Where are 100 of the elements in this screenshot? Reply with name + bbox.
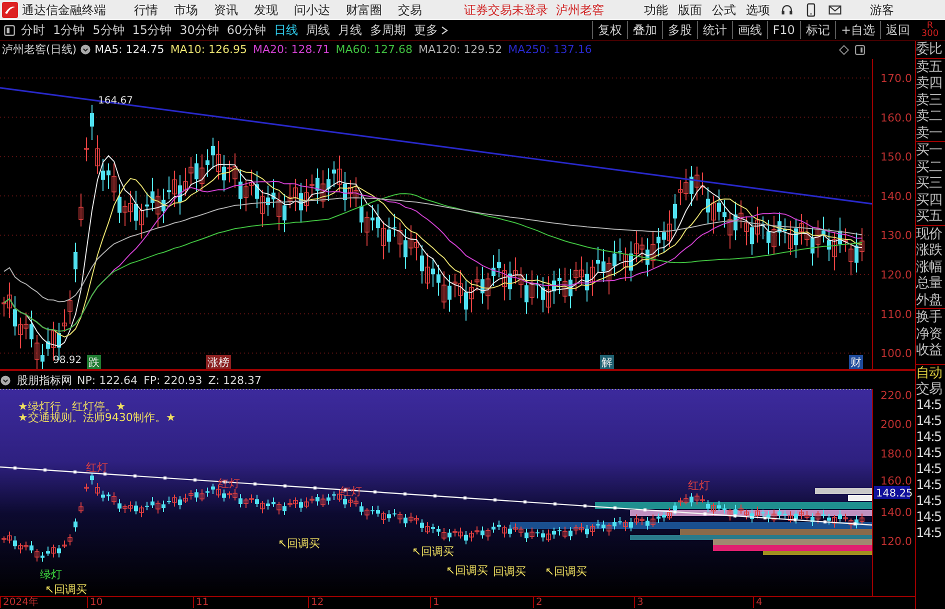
ma-value: MA10: 126.95: [170, 43, 248, 56]
toolbar-button[interactable]: F10: [766, 21, 800, 39]
quote-label: 卖二: [916, 108, 943, 124]
toolbar-button[interactable]: 画线: [732, 21, 767, 39]
quote-label: 净资: [916, 326, 943, 342]
period-tab[interactable]: 5分钟: [92, 22, 124, 38]
event-tag[interactable]: 涨榜: [206, 354, 231, 369]
quote-label: 涨跌: [916, 242, 943, 258]
indicator-name: 股朋指标网: [17, 372, 72, 388]
quote-label: 买二: [916, 158, 943, 175]
time-label: 14:5: [916, 510, 942, 526]
ma-value: MA250: 137.16: [508, 43, 592, 56]
event-tag[interactable]: 财: [849, 354, 863, 369]
menu-item[interactable]: 选项: [746, 2, 770, 18]
period-tab[interactable]: 月线: [338, 22, 362, 38]
quote-label: 现价: [916, 224, 945, 242]
menu-item[interactable]: 版面: [678, 2, 702, 18]
signal-label: 绿灯: [40, 568, 62, 582]
toolbar-button[interactable]: 叠加: [626, 21, 662, 39]
menu-item[interactable]: 财富圈: [346, 2, 382, 18]
date-label: 12: [308, 597, 324, 608]
menu-item[interactable]: 功能: [644, 2, 668, 18]
quote-label: 买五: [916, 208, 943, 224]
period-tab[interactable]: 多周期: [370, 22, 406, 38]
time-label: 14:5: [916, 446, 942, 462]
period-tab[interactable]: 1分钟: [53, 22, 85, 38]
time-label: 14:5: [916, 526, 942, 542]
period-tab[interactable]: 日线: [274, 22, 298, 38]
quote-label: 收益: [916, 342, 943, 358]
quote-label: 买四: [916, 192, 943, 208]
axis-label: 170.0: [880, 72, 912, 85]
quote-label: 卖三: [916, 92, 943, 108]
menu-item[interactable]: 行情: [134, 2, 158, 18]
date-label: 2024年: [0, 597, 38, 608]
stock-name: 泸州老窖: [556, 2, 604, 18]
period-tab[interactable]: 更多: [414, 22, 438, 38]
signal-label: ↖回调买: [412, 545, 454, 558]
ma-value: MA120: 129.52: [418, 43, 502, 56]
trade-label[interactable]: 交易: [916, 381, 945, 398]
signal-label: 红灯: [86, 461, 108, 474]
time-label: 14:5: [916, 478, 942, 494]
time-label: 14:5: [916, 462, 942, 478]
quote-label: 委比: [916, 41, 943, 58]
quote-label: 外盘: [916, 292, 943, 308]
note-text: ★绿灯行，红灯停。★: [18, 401, 126, 412]
date-label: 4: [753, 597, 762, 608]
quote-label: 换手: [916, 308, 945, 326]
period-tab[interactable]: 60分钟: [226, 22, 266, 38]
menu-item[interactable]: 交易: [398, 2, 422, 18]
period-tab[interactable]: 15分钟: [132, 22, 172, 38]
axis-label: 120.0: [880, 268, 912, 282]
date-label: 2: [533, 597, 542, 608]
signal-label: ↖回调买: [545, 565, 588, 578]
axis-label: 180.0: [880, 447, 912, 460]
axis-label: 110.0: [880, 308, 912, 321]
event-tag[interactable]: 跌: [87, 354, 101, 369]
ma-value: MA5: 124.75: [94, 43, 164, 56]
menu-item[interactable]: 公式: [712, 2, 736, 18]
menu-item[interactable]: 发现: [254, 2, 278, 18]
axis-label: 140.0: [880, 506, 912, 519]
toolbar-button[interactable]: +自选: [834, 21, 880, 39]
user-label[interactable]: 游客: [870, 2, 894, 18]
axis-label: 200.0: [880, 418, 912, 432]
indicator-value: FP: 220.93: [144, 374, 202, 387]
indicator-value: NP: 122.64: [77, 374, 138, 387]
period-tab[interactable]: 分时: [21, 22, 45, 38]
period-tab[interactable]: 周线: [306, 22, 330, 38]
axis-label: 100.0: [880, 347, 912, 360]
menu-item[interactable]: 问小达: [294, 2, 330, 18]
quote-label: 卖一: [916, 124, 943, 141]
ma-value: MA60: 127.68: [336, 43, 412, 56]
app-title: 通达信金融终端: [22, 2, 106, 18]
toolbar-button[interactable]: 多股: [662, 21, 697, 39]
date-label: 3: [634, 597, 644, 608]
login-status[interactable]: 证券交易未登录: [464, 2, 548, 18]
axis-label: 140.0: [880, 190, 912, 203]
axis-label: 220.0: [880, 389, 912, 402]
signal-label: ↖回调买: [45, 583, 88, 596]
axis-label: 130.0: [880, 229, 912, 242]
toolbar-button[interactable]: 标记: [800, 21, 835, 39]
low-price-label: 98.92: [53, 354, 82, 366]
toolbar-button[interactable]: 返回: [880, 21, 915, 39]
time-label: 14:5: [916, 398, 942, 414]
signal-label: 回调买: [493, 565, 526, 578]
toolbar-button[interactable]: 统计: [696, 21, 732, 39]
menu-item[interactable]: 资讯: [214, 2, 238, 18]
axis-label: 160.0: [880, 474, 912, 488]
quote-label: 总量: [916, 275, 943, 292]
indicator-value: Z: 128.37: [208, 374, 262, 387]
axis-label: 120.0: [880, 535, 912, 548]
menu-item[interactable]: 市场: [174, 2, 198, 18]
trade-label[interactable]: 自动: [916, 364, 945, 381]
time-label: 14:5: [916, 494, 942, 510]
toolbar-button[interactable]: 复权: [592, 21, 627, 39]
badge-number: 300: [921, 30, 939, 38]
quote-label: 卖五: [916, 58, 945, 75]
axis-label: 160.0: [880, 111, 912, 124]
period-tab[interactable]: 30分钟: [180, 22, 219, 38]
quote-label: 涨幅: [916, 258, 943, 275]
event-tag[interactable]: 解: [600, 354, 614, 369]
